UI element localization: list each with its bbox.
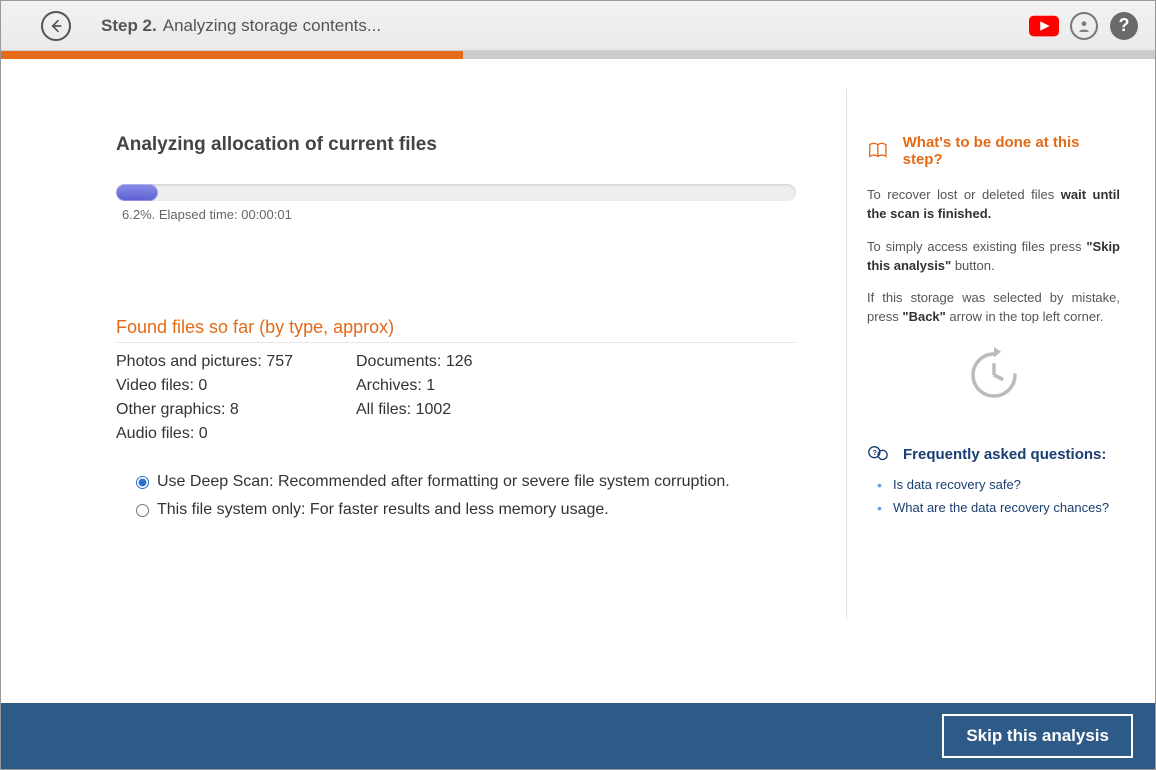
youtube-icon <box>1029 15 1059 37</box>
user-icon <box>1070 12 1098 40</box>
found-other: Other graphics: 8 <box>116 401 356 419</box>
step-progress-stripe <box>1 51 1155 59</box>
step-number: Step 2. <box>101 16 157 36</box>
scanning-icon <box>867 347 1120 403</box>
faq-link-1[interactable]: Is data recovery safe? <box>893 477 1120 492</box>
found-photos: Photos and pictures: 757 <box>116 353 356 371</box>
step-title: Analyzing storage contents... <box>163 16 381 36</box>
faq-heading-text: Frequently asked questions: <box>903 446 1106 463</box>
found-all: All files: 1002 <box>356 401 596 419</box>
footer-bar: Skip this analysis <box>1 703 1155 769</box>
help-button[interactable]: ? <box>1109 11 1139 41</box>
progress-bar-fill <box>116 184 158 201</box>
header-bar: Step 2. Analyzing storage contents... ? <box>1 1 1155 51</box>
radio-fs-only[interactable]: This file system only: For faster result… <box>136 501 796 519</box>
help-heading-text: What's to be done at this step? <box>903 134 1120 168</box>
help-text-1: To recover lost or deleted files wait un… <box>867 186 1120 224</box>
faq-heading: ? Frequently asked questions: <box>867 443 1120 465</box>
faq-link-2[interactable]: What are the data recovery chances? <box>893 500 1120 515</box>
left-panel: Analyzing allocation of current files 6.… <box>21 89 836 703</box>
progress-status: 6.2%. Elapsed time: 00:00:01 <box>122 207 796 222</box>
help-text-2: To simply access existing files press "S… <box>867 238 1120 276</box>
book-icon <box>867 140 889 162</box>
radio-deep-scan[interactable]: Use Deep Scan: Recommended after formatt… <box>136 473 796 491</box>
help-heading: What's to be done at this step? <box>867 134 1120 168</box>
radio-fs-only-input[interactable] <box>136 504 149 517</box>
faq-icon: ? <box>867 443 889 465</box>
radio-deep-scan-label: Use Deep Scan: Recommended after formatt… <box>157 473 730 491</box>
help-text-3: If this storage was selected by mistake,… <box>867 289 1120 327</box>
divider <box>116 342 796 343</box>
account-button[interactable] <box>1069 11 1099 41</box>
arrow-left-icon <box>48 18 64 34</box>
help-icon: ? <box>1110 12 1138 40</box>
youtube-button[interactable] <box>1029 11 1059 41</box>
skip-analysis-button[interactable]: Skip this analysis <box>942 714 1133 758</box>
right-panel: What's to be done at this step? To recov… <box>846 89 1135 619</box>
found-audio: Audio files: 0 <box>116 425 356 443</box>
found-files-grid: Photos and pictures: 757 Documents: 126 … <box>116 353 796 443</box>
found-files-heading: Found files so far (by type, approx) <box>116 317 796 338</box>
svg-text:?: ? <box>873 448 878 457</box>
progress-bar <box>116 184 796 201</box>
back-button[interactable] <box>41 11 71 41</box>
found-documents: Documents: 126 <box>356 353 596 371</box>
found-video: Video files: 0 <box>116 377 356 395</box>
radio-deep-scan-input[interactable] <box>136 476 149 489</box>
found-archives: Archives: 1 <box>356 377 596 395</box>
scan-options: Use Deep Scan: Recommended after formatt… <box>136 473 796 519</box>
main-content: Analyzing allocation of current files 6.… <box>1 59 1155 703</box>
progress-heading: Analyzing allocation of current files <box>116 134 796 156</box>
radio-fs-only-label: This file system only: For faster result… <box>157 501 609 519</box>
